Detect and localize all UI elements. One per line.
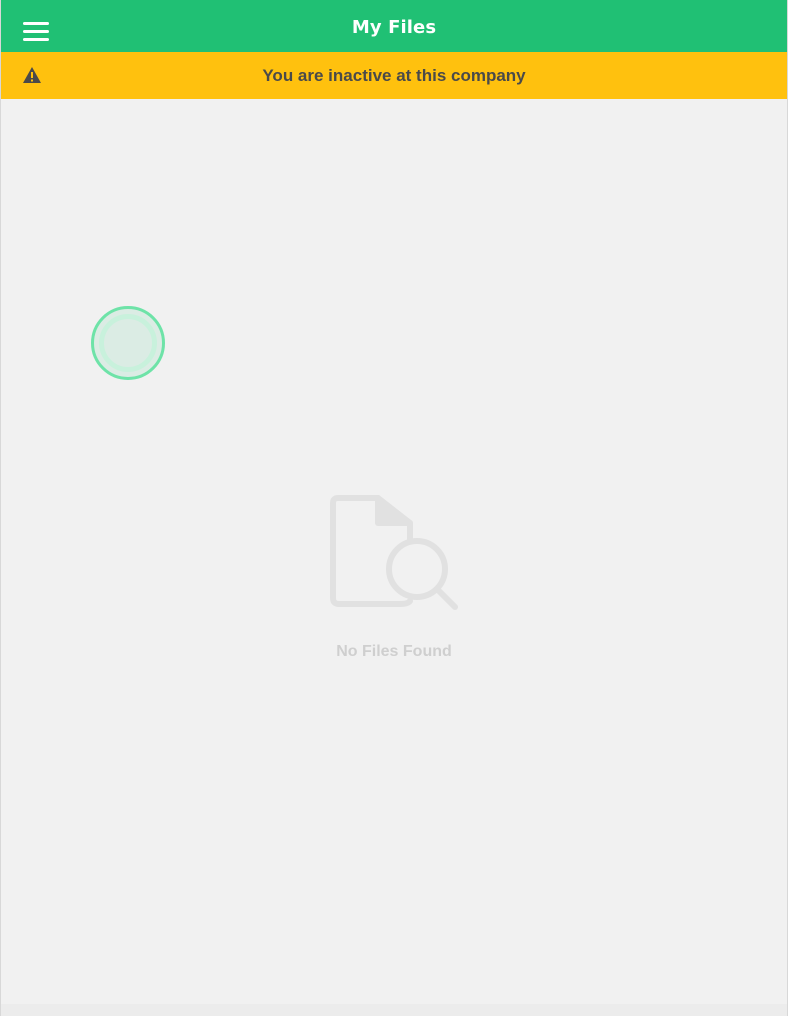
top-app-bar: My Files (1, 0, 787, 52)
file-search-icon (330, 495, 458, 610)
banner-message: You are inactive at this company (262, 65, 526, 85)
page-title: My Files (351, 16, 437, 38)
menu-bar-middle (23, 30, 49, 33)
loading-ring-icon (91, 306, 165, 380)
empty-state-message: No Files Found (336, 643, 452, 660)
bottom-edge (1, 1004, 787, 1016)
warning-triangle-icon (23, 67, 41, 83)
menu-bar-top (23, 22, 49, 25)
menu-bar-bottom (23, 38, 49, 41)
app-screen: My Files You are inactive at this compan… (0, 0, 788, 1016)
magnifier-handle (435, 587, 458, 610)
empty-state: No Files Found (1, 495, 787, 661)
hamburger-menu-icon[interactable] (23, 22, 49, 44)
inactive-warning-banner: You are inactive at this company (1, 52, 787, 99)
